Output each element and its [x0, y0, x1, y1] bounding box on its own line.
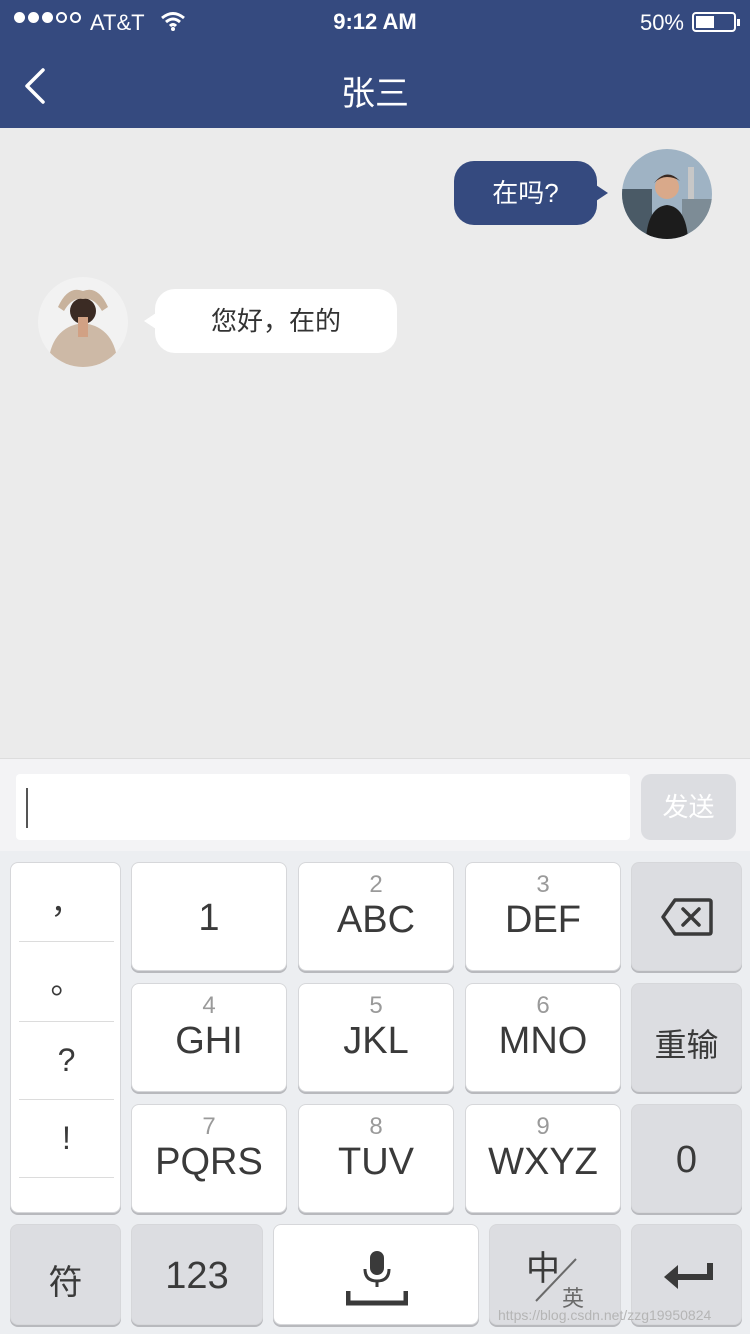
key-number: 4 [202, 992, 216, 1019]
key-label: MNO [498, 1020, 588, 1062]
avatar-self[interactable] [622, 149, 712, 239]
battery-percent: 50% [639, 10, 684, 35]
bubble-tail [596, 185, 608, 201]
key-number: 6 [536, 992, 550, 1019]
retype-key[interactable]: 重输 [631, 983, 742, 1092]
key-number: 7 [202, 1113, 216, 1140]
delete-key[interactable] [631, 862, 742, 971]
key-0[interactable]: 0 [631, 1104, 742, 1213]
battery-icon [692, 12, 740, 32]
key-label: JKL [343, 1020, 409, 1062]
message-input[interactable] [16, 774, 630, 840]
return-icon [664, 1263, 713, 1289]
header: AT&T 9:12 AM 50% 张三 [0, 0, 750, 128]
key-label: 123 [165, 1255, 229, 1297]
avatar-contact[interactable] [38, 277, 128, 367]
key-1[interactable]: 1 [131, 862, 287, 971]
text-caret [26, 788, 28, 828]
key-number: 3 [536, 871, 550, 898]
key-label: 重输 [654, 1027, 719, 1063]
key-label: DEF [505, 899, 581, 941]
symbol-key-exclamation[interactable]: ! [19, 1099, 114, 1178]
composer-bar: 发送 [0, 758, 750, 851]
key-7-pqrs[interactable]: 7 PQRS [131, 1104, 287, 1213]
key-label: GHI [175, 1020, 243, 1062]
microphone-space-icon [346, 1251, 408, 1306]
status-time: 9:12 AM [333, 9, 417, 34]
symbols-key[interactable]: 符 [10, 1224, 121, 1325]
message-bubble-received[interactable]: 您好，在的 [144, 289, 397, 353]
message-text: 您好，在的 [210, 306, 341, 336]
key-9-wxyz[interactable]: 9 WXYZ [465, 1104, 621, 1213]
key-2-abc[interactable]: 2 ABC [298, 862, 454, 971]
key-label: ABC [336, 899, 416, 941]
symbol-key-question[interactable]: ? [19, 1021, 114, 1100]
key-5-jkl[interactable]: 5 JKL [298, 983, 454, 1092]
watermark: https://blog.csdn.net/zzg19950824 [498, 1307, 712, 1323]
key-number: 5 [369, 992, 383, 1019]
backspace-icon [661, 898, 713, 936]
space-voice-key[interactable] [273, 1224, 479, 1325]
send-button[interactable]: 发送 [641, 774, 736, 840]
message-text: 在吗? [492, 178, 559, 208]
page-title: 张三 [341, 75, 409, 113]
bubble-tail [144, 313, 156, 329]
key-label: 0 [675, 1139, 698, 1181]
key-8-tuv[interactable]: 8 TUV [298, 1104, 454, 1213]
key-4-ghi[interactable]: 4 GHI [131, 983, 287, 1092]
key-label: TUV [338, 1141, 414, 1183]
symbol-key-comma[interactable]: ， [19, 863, 114, 942]
key-label: WXYZ [488, 1141, 598, 1183]
key-6-mno[interactable]: 6 MNO [465, 983, 621, 1092]
message-bubble-sent[interactable]: 在吗? [454, 161, 608, 225]
status-bar: AT&T 9:12 AM 50% [0, 0, 750, 44]
key-3-def[interactable]: 3 DEF [465, 862, 621, 971]
key-label: 1 [198, 897, 220, 939]
key-label: PQRS [155, 1141, 263, 1183]
key-label: 符 [48, 1264, 83, 1302]
numeric-key[interactable]: 123 [131, 1224, 263, 1325]
key-number: 8 [369, 1113, 383, 1140]
symbol-key-period[interactable]: 。 [19, 943, 114, 1022]
key-number: 9 [536, 1113, 550, 1140]
keyboard: ， 。 ? ! 1 2 ABC 3 DEF 4 GHI 5 JKL 6 MNO … [0, 851, 750, 1334]
key-number: 2 [369, 871, 383, 898]
symbol-column[interactable]: ， 。 ? ! [10, 862, 121, 1213]
